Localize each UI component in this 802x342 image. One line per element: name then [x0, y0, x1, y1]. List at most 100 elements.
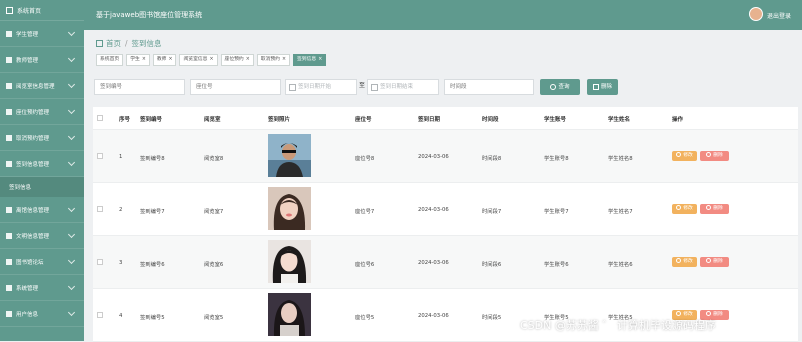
col-date: 签到日期	[418, 117, 441, 123]
sidebar-item-cancellations[interactable]: 取消预约管理	[0, 125, 84, 151]
edit-button[interactable]: 修改	[672, 257, 697, 267]
cell-date: 2024-03-06	[418, 313, 449, 319]
close-icon[interactable]: ×	[246, 57, 250, 62]
book-icon	[6, 82, 12, 89]
col-actions: 操作	[672, 117, 684, 123]
breadcrumb-separator: /	[125, 39, 128, 48]
seat-no-input[interactable]	[190, 79, 281, 95]
sidebar-item-leave[interactable]: 离馆信息管理	[0, 197, 84, 223]
cell-index: 3	[119, 260, 123, 266]
row-checkbox[interactable]	[97, 259, 103, 265]
col-name: 学生姓名	[608, 117, 631, 123]
search-button[interactable]: 查询	[540, 79, 580, 95]
sign-no-input[interactable]	[94, 79, 185, 95]
cell-seat: 座位号7	[355, 209, 375, 215]
cell-sign-no: 签到编号5	[140, 315, 165, 321]
sidebar-item-forum[interactable]: 图书馆论坛	[0, 249, 84, 275]
chevron-down-icon	[67, 230, 76, 239]
tab-rooms[interactable]: 阅览室信息 ×	[179, 54, 218, 66]
row-checkbox[interactable]	[97, 312, 103, 318]
chevron-down-icon	[67, 132, 76, 141]
sidebar-item-users[interactable]: 用户信息	[0, 301, 84, 327]
sidebar-subitem-signin-info[interactable]: 签到信息	[0, 177, 84, 197]
sidebar-item-label: 图书馆论坛	[16, 259, 44, 266]
cell-seat: 座位号5	[355, 315, 375, 321]
tab-teachers[interactable]: 教师 ×	[152, 54, 177, 66]
close-icon[interactable]: ×	[318, 57, 322, 62]
sidebar-item-label: 用户信息	[16, 311, 39, 318]
breadcrumb-current: 签到信息	[131, 39, 162, 48]
delete-button[interactable]: 删除	[700, 257, 729, 267]
close-icon[interactable]: ×	[209, 57, 213, 62]
batch-delete-button[interactable]: 删除	[587, 79, 618, 95]
edit-button[interactable]: 修改	[672, 204, 697, 214]
close-icon[interactable]: ×	[168, 57, 172, 62]
row-checkbox[interactable]	[97, 153, 103, 159]
cell-room: 阅览室8	[204, 156, 224, 162]
chevron-down-icon	[67, 28, 76, 37]
delete-icon	[706, 205, 712, 210]
cell-name: 学生姓名8	[608, 156, 633, 162]
avatar[interactable]	[749, 7, 763, 21]
row-checkbox[interactable]	[97, 206, 103, 212]
signin-photo[interactable]	[268, 293, 311, 336]
sidebar-item-label: 文明信息管理	[16, 233, 50, 240]
grid-icon	[6, 206, 12, 213]
col-seat: 座位号	[355, 117, 372, 123]
date-end-input[interactable]: 签到日期结束	[367, 79, 439, 95]
tab-label: 阅览室信息	[183, 57, 208, 62]
sidebar-item-students[interactable]: 学生管理	[0, 21, 84, 47]
cell-slot: 时间段7	[482, 209, 502, 215]
tab-cancellations[interactable]: 取消预约 ×	[256, 54, 290, 66]
table-row: 3 签到编号6 阅览室6 座位号6 2024-03-06 时间段6 学生账号6 …	[93, 236, 798, 289]
table-row: 2 签到编号7 阅览室7 座位号7 2024-03-06 时间段7 学生账号7 …	[93, 183, 798, 236]
col-slot: 时间段	[482, 117, 499, 123]
sidebar-item-signin[interactable]: 签到信息管理	[0, 151, 84, 177]
date-start-input[interactable]: 签到日期开始	[285, 79, 357, 95]
cell-name: 学生姓名6	[608, 262, 633, 268]
sidebar-home[interactable]: 系统首页	[0, 0, 84, 21]
signin-photo[interactable]	[268, 134, 311, 177]
sidebar-subitem-label: 签到信息	[9, 185, 32, 191]
delete-button[interactable]: 删除	[700, 204, 729, 214]
select-all-checkbox[interactable]	[97, 115, 103, 121]
signin-photo[interactable]	[268, 187, 311, 230]
tab-label: 系统首页	[100, 57, 120, 62]
search-button-label: 查询	[558, 84, 570, 90]
sidebar-item-label: 阅览室信息管理	[16, 83, 55, 90]
trash-icon	[592, 83, 599, 90]
sidebar-item-rooms[interactable]: 阅览室信息管理	[0, 73, 84, 99]
tab-students[interactable]: 学生 ×	[126, 54, 150, 66]
logout-button[interactable]: 退出登录	[767, 11, 791, 20]
cell-sign-no: 签到编号6	[140, 262, 165, 268]
time-slot-input[interactable]	[444, 79, 534, 95]
grid-icon	[6, 30, 12, 37]
cell-name: 学生姓名7	[608, 209, 633, 215]
signin-photo[interactable]	[268, 240, 311, 283]
batch-delete-label: 删除	[600, 84, 612, 90]
delete-button[interactable]: 删除	[700, 151, 729, 161]
cell-room: 阅览室5	[204, 315, 224, 321]
cell-date: 2024-03-06	[418, 260, 449, 266]
sidebar-item-system[interactable]: 系统管理	[0, 275, 84, 301]
tab-home[interactable]: 系统首页	[96, 54, 124, 66]
tab-reservations[interactable]: 座位预约 ×	[220, 54, 254, 66]
sidebar-item-reservations[interactable]: 座位预约管理	[0, 99, 84, 125]
breadcrumb-home[interactable]: 首页	[106, 38, 121, 49]
chevron-down-icon	[67, 204, 76, 213]
close-icon[interactable]: ×	[142, 57, 146, 62]
tab-signin-info[interactable]: 签到信息 ×	[292, 54, 327, 66]
calendar-icon	[289, 84, 296, 91]
sidebar-item-label: 签到信息管理	[16, 161, 50, 168]
edit-button[interactable]: 修改	[672, 151, 697, 161]
edit-icon	[676, 152, 682, 157]
tab-label: 学生	[130, 57, 140, 62]
data-table: 序号 签到编号 阅览室 签到照片 座位号 签到日期 时间段 学生账号 学生姓名 …	[93, 107, 798, 342]
close-icon[interactable]: ×	[282, 57, 286, 62]
sidebar-item-label: 取消预约管理	[16, 135, 50, 142]
grid-icon	[6, 284, 12, 291]
tab-label: 取消预约	[260, 57, 280, 62]
date-end-placeholder: 签到日期结束	[380, 84, 414, 90]
sidebar-item-teachers[interactable]: 教师管理	[0, 47, 84, 73]
sidebar-item-civility[interactable]: 文明信息管理	[0, 223, 84, 249]
